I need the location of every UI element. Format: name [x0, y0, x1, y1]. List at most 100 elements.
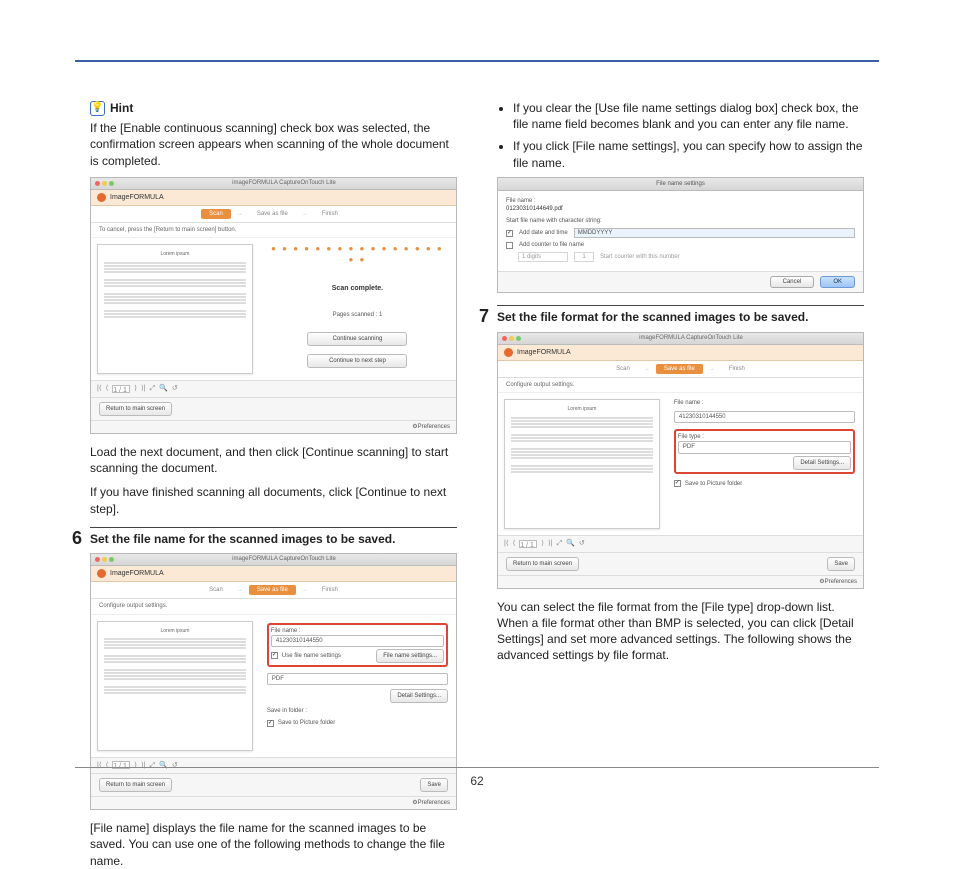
- add-counter-checkbox[interactable]: [506, 242, 513, 249]
- next-page-icon[interactable]: ⟩: [541, 539, 544, 548]
- rotate-icon[interactable]: ↺: [172, 761, 178, 770]
- preview-title: Lorem ipsum: [104, 251, 246, 258]
- step-save: Save as file: [249, 209, 296, 219]
- zoom-icon[interactable]: [109, 557, 114, 562]
- prev-page-icon[interactable]: ⟨: [513, 539, 516, 548]
- preview-page: Lorem ipsum: [504, 399, 660, 529]
- window-title: imageFORMULA CaptureOnTouch Lite: [116, 179, 452, 187]
- add-date-checkbox[interactable]: [506, 230, 513, 237]
- content-columns: 💡 Hint If the [Enable continuous scannin…: [90, 100, 864, 758]
- zoom-icon[interactable]: [109, 181, 114, 186]
- file-name-settings-button[interactable]: File name settings...: [376, 649, 444, 663]
- footer-rule: [75, 767, 879, 768]
- page-number-field[interactable]: 1 / 1: [112, 385, 130, 393]
- last-page-icon[interactable]: ⟩|: [141, 761, 146, 770]
- detail-settings-button[interactable]: Detail Settings...: [793, 456, 851, 470]
- last-page-icon[interactable]: ⟩|: [548, 539, 553, 548]
- chevron-right-icon: →: [237, 586, 243, 594]
- prev-page-icon[interactable]: ⟨: [106, 761, 109, 770]
- instruction-text: Configure output settings.: [498, 378, 863, 393]
- zoom-out-icon[interactable]: ⤢: [150, 761, 156, 770]
- minimize-icon[interactable]: [102, 557, 107, 562]
- save-in-folder-label: Save in folder :: [267, 707, 448, 715]
- counter-start-label: Start counter with this number: [600, 253, 680, 261]
- zoom-in-icon[interactable]: 🔍: [566, 539, 575, 548]
- screenshot-filename-dialog: File name settings File name : 012303101…: [497, 177, 864, 294]
- first-page-icon[interactable]: |⟨: [97, 761, 102, 770]
- preview-page: Lorem ipsum: [97, 621, 253, 751]
- para-finished: If you have finished scanning all docume…: [90, 484, 457, 516]
- digits-select[interactable]: 1 digits: [518, 252, 568, 262]
- wizard-steps: Scan → Save as file → Finish: [91, 582, 456, 599]
- rotate-icon[interactable]: ↺: [172, 384, 178, 393]
- page-number-field[interactable]: 1 / 1: [519, 540, 537, 548]
- return-main-button[interactable]: Return to main screen: [99, 402, 172, 416]
- zoom-icon[interactable]: [516, 336, 521, 341]
- window-titlebar: imageFORMULA CaptureOnTouch Lite: [498, 333, 863, 345]
- file-type-select[interactable]: PDF: [678, 441, 851, 453]
- ok-button[interactable]: OK: [820, 276, 855, 288]
- last-page-icon[interactable]: ⟩|: [141, 384, 146, 393]
- save-picture-folder-checkbox[interactable]: [674, 480, 681, 487]
- minimize-icon[interactable]: [509, 336, 514, 341]
- minimize-icon[interactable]: [102, 181, 107, 186]
- preferences-link[interactable]: Preferences: [825, 578, 857, 586]
- next-page-icon[interactable]: ⟩: [134, 384, 137, 393]
- zoom-in-icon[interactable]: 🔍: [159, 761, 168, 770]
- first-page-icon[interactable]: |⟨: [504, 539, 509, 548]
- use-file-name-settings-label: Use file name settings: [282, 652, 341, 660]
- first-page-icon[interactable]: |⟨: [97, 384, 102, 393]
- hint-heading: 💡 Hint: [90, 100, 457, 116]
- counter-start-field[interactable]: 1: [574, 252, 594, 262]
- step-7-text: Set the file format for the scanned imag…: [497, 309, 808, 325]
- wizard-steps: Scan → Save as file → Finish: [91, 206, 456, 223]
- continue-scanning-button[interactable]: Continue scanning: [307, 332, 407, 346]
- output-settings-pane: File name : 41230310144550 Use file name…: [259, 615, 456, 757]
- dialog-footer: Cancel OK: [498, 271, 863, 292]
- preview-pane: Lorem ipsum: [91, 238, 259, 380]
- zoom-out-icon[interactable]: ⤢: [150, 384, 156, 393]
- continue-next-step-button[interactable]: Continue to next step: [307, 354, 407, 368]
- date-format-select[interactable]: MMDDYYYY: [574, 228, 855, 238]
- add-date-label: Add date and time: [519, 229, 568, 237]
- prev-page-icon[interactable]: ⟨: [106, 384, 109, 393]
- cancel-button[interactable]: Cancel: [770, 276, 815, 288]
- use-file-name-settings-checkbox[interactable]: [271, 652, 278, 659]
- instruction-text: Configure output settings.: [91, 599, 456, 614]
- save-button[interactable]: Save: [827, 557, 855, 571]
- start-string-label: Start file name with character string:: [506, 217, 855, 225]
- brand-icon: [97, 569, 106, 578]
- next-page-icon[interactable]: ⟩: [134, 761, 137, 770]
- rotate-icon[interactable]: ↺: [579, 539, 585, 548]
- close-icon[interactable]: [502, 336, 507, 341]
- header-rule: [75, 60, 879, 62]
- hint-icon: 💡: [90, 101, 105, 116]
- left-column: 💡 Hint If the [Enable continuous scannin…: [90, 100, 457, 758]
- preferences-link[interactable]: Preferences: [418, 799, 450, 807]
- add-counter-label: Add counter to file name: [519, 241, 584, 249]
- page-number-field[interactable]: 1 / 1: [112, 761, 130, 769]
- return-main-button[interactable]: Return to main screen: [506, 557, 579, 571]
- close-icon[interactable]: [95, 557, 100, 562]
- step-scan: Scan: [201, 585, 231, 595]
- detail-settings-button[interactable]: Detail Settings...: [390, 689, 448, 703]
- save-picture-folder-label: Save to Picture folder: [278, 719, 335, 727]
- zoom-out-icon[interactable]: ⤢: [557, 539, 563, 548]
- preferences-link[interactable]: Preferences: [418, 423, 450, 431]
- screenshot-file-type: imageFORMULA CaptureOnTouch Lite ImageFO…: [497, 332, 864, 589]
- close-icon[interactable]: [95, 181, 100, 186]
- file-name-label: File name :: [506, 197, 855, 205]
- file-name-field[interactable]: 41230310144550: [674, 411, 855, 423]
- save-picture-folder-checkbox[interactable]: [267, 720, 274, 727]
- filename-methods-list: If you clear the [Use file name settings…: [497, 100, 864, 171]
- step-finish: Finish: [314, 209, 346, 219]
- step-finish: Finish: [314, 585, 346, 595]
- zoom-in-icon[interactable]: 🔍: [159, 384, 168, 393]
- instruction-text: To cancel, press the [Return to main scr…: [91, 223, 456, 238]
- screenshot-file-name: imageFORMULA CaptureOnTouch Lite ImageFO…: [90, 553, 457, 810]
- file-name-value: 01230310144649.pdf: [506, 205, 855, 213]
- file-type-select[interactable]: PDF: [267, 673, 448, 685]
- brand-bar: ImageFORMULA: [91, 190, 456, 206]
- file-type-label: File type :: [678, 433, 851, 441]
- file-name-field[interactable]: 41230310144550: [271, 635, 444, 647]
